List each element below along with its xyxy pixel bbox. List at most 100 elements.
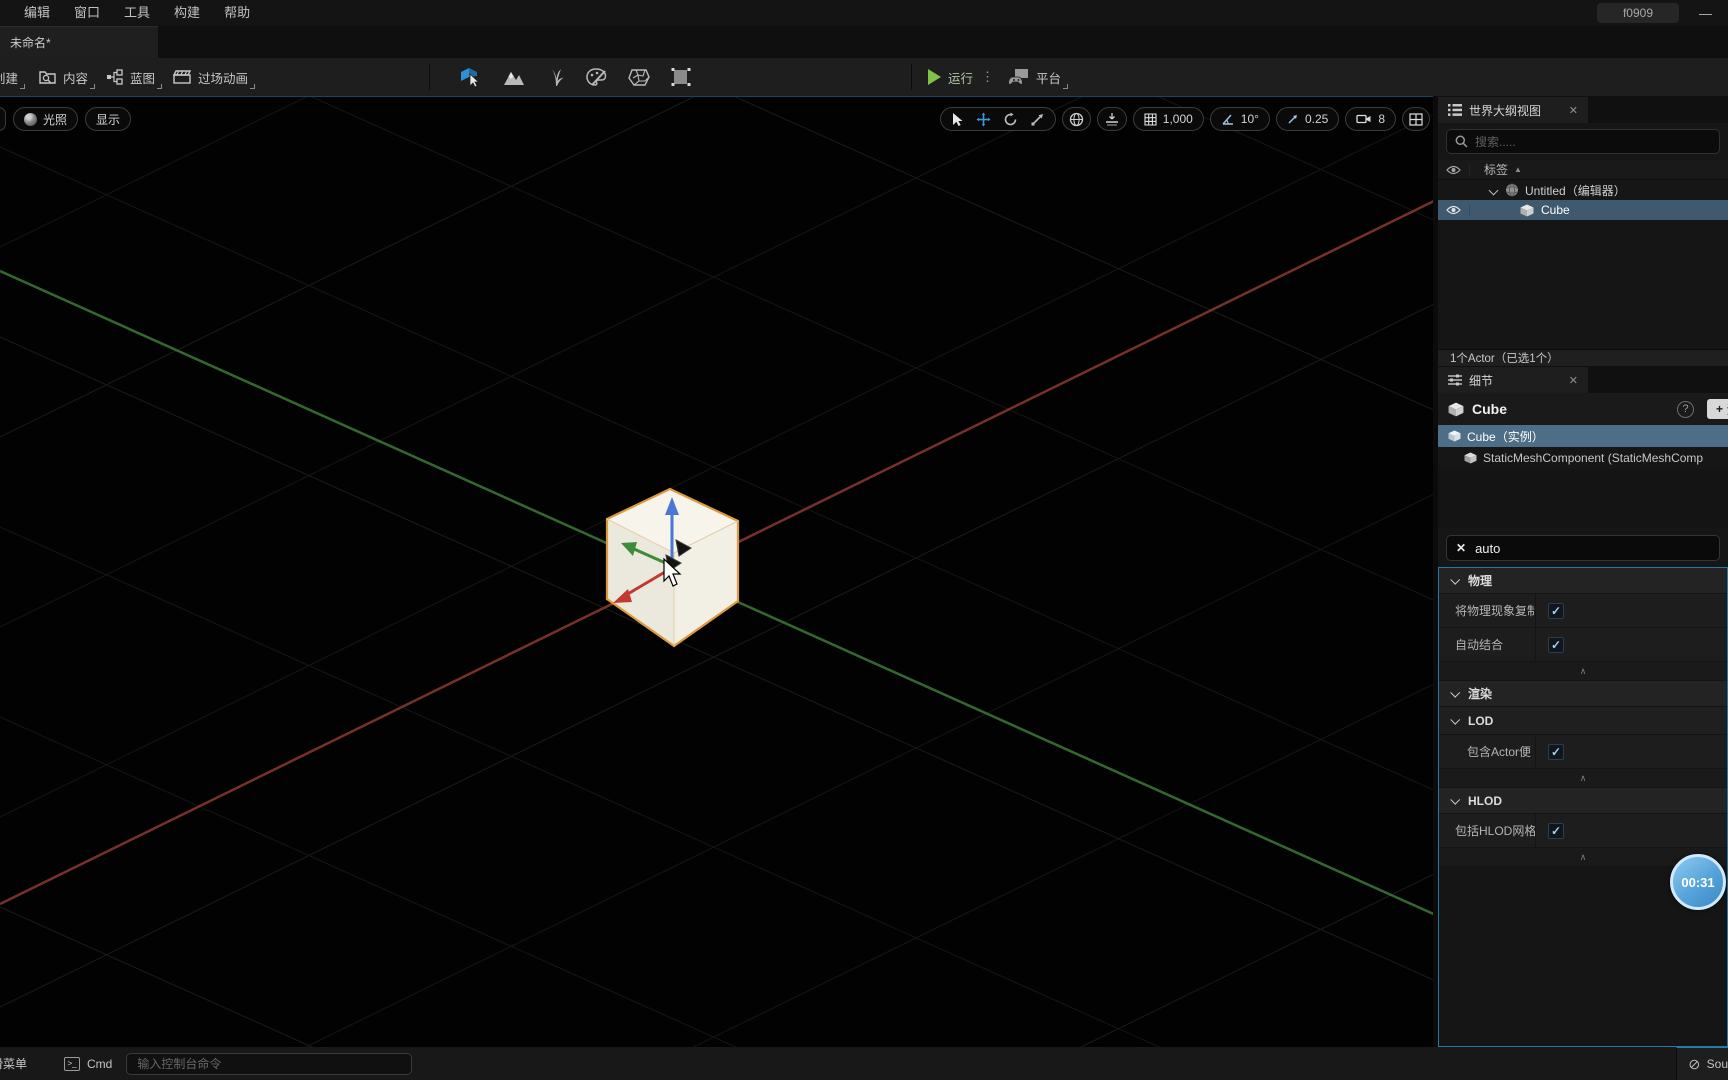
grid-snap-pill[interactable]: 1,000 <box>1132 107 1204 131</box>
camera-speed-pill[interactable]: 8 <box>1345 107 1396 131</box>
content-label: 内容 <box>63 71 89 86</box>
help-icon[interactable]: ? <box>1677 400 1694 418</box>
no-source-control-icon <box>1689 1059 1700 1069</box>
clear-search-icon[interactable]: ✕ <box>1456 541 1466 555</box>
level-viewport[interactable]: 光照 显示 1,000 10° 0.25 8 <box>0 96 1438 1047</box>
cube-instance-icon <box>1448 430 1461 442</box>
main-toolbar: 创建 内容 蓝图 过场动画 <box>0 58 1728 96</box>
content-drawer-toggle[interactable]: 滑菜单 <box>0 1055 42 1072</box>
fracture-mode-icon[interactable] <box>628 67 650 87</box>
angle-snap-pill[interactable]: 10° <box>1209 107 1270 131</box>
viewport-options-pill[interactable] <box>0 107 6 131</box>
scale-tool-icon[interactable] <box>1030 112 1045 127</box>
menu-edit[interactable]: 编辑 <box>12 0 62 26</box>
details-gap <box>1438 469 1728 527</box>
landscape-mode-icon[interactable] <box>502 67 526 87</box>
details-search-input[interactable]: ✕ auto <box>1446 535 1720 561</box>
lod-collapse-strip[interactable]: ∧ <box>1439 769 1727 788</box>
outliner-row-world[interactable]: Untitled（编辑器） <box>1438 180 1728 200</box>
clapperboard-icon <box>173 69 192 85</box>
replicate-physics-checkbox[interactable]: ✓ <box>1548 602 1564 619</box>
blueprint-icon <box>106 69 124 85</box>
tab-world-outliner[interactable]: 世界大纲视图 ✕ <box>1438 97 1588 123</box>
minimize-button[interactable]: — <box>1693 6 1718 21</box>
surface-snap-toggle[interactable] <box>1096 107 1127 131</box>
select-mode-icon[interactable] <box>458 66 482 88</box>
source-control-button[interactable]: Sou <box>1676 1047 1728 1080</box>
outliner-close-icon[interactable]: ✕ <box>1569 104 1578 117</box>
world-icon <box>1506 183 1518 197</box>
foliage-mode-icon[interactable] <box>546 67 566 87</box>
outliner-empty-area[interactable] <box>1438 220 1728 349</box>
move-tool-icon[interactable] <box>976 112 991 127</box>
create-label: 创建 <box>0 71 19 86</box>
include-hlod-label: 包括HLOD网格 <box>1455 824 1535 838</box>
add-component-button[interactable]: + 添加 <box>1706 399 1728 419</box>
platforms-button[interactable]: 平台 <box>1036 58 1070 96</box>
scale-snap-value: 0.25 <box>1304 112 1329 126</box>
content-drawer-button[interactable]: 内容 <box>30 58 97 96</box>
show-button[interactable]: 显示 <box>85 107 132 131</box>
play-cluster: 运行 ⋮ 平台 <box>905 58 1070 96</box>
mesh-paint-mode-icon[interactable] <box>586 67 608 87</box>
create-button[interactable]: 创建 <box>0 58 27 96</box>
rotate-tool-icon[interactable] <box>1003 112 1018 127</box>
expand-chevron-icon[interactable] <box>1488 185 1499 195</box>
outliner-column-header[interactable]: 标签 ▲ <box>1438 160 1728 180</box>
play-icon[interactable] <box>928 69 941 85</box>
details-properties-container: 物理 将物理现象复制 ✓ 自动结合 ✓ ∧ 渲染 LOD 包含Actor便 ✓ <box>1438 567 1728 1047</box>
platforms-icon <box>1008 68 1030 86</box>
cinematics-button[interactable]: 过场动画 <box>164 58 257 96</box>
scale-snap-pill[interactable]: 0.25 <box>1275 107 1340 131</box>
outliner-status-text: 1个Actor（已选1个） <box>1450 353 1559 365</box>
tab-untitled-level[interactable]: 未命名* <box>0 26 158 58</box>
collapse-arrow-icon: ∧ <box>1579 851 1587 862</box>
console-mode-button[interactable]: >_ Cmd <box>64 1056 112 1071</box>
menu-build[interactable]: 构建 <box>162 0 212 26</box>
lit-mode-button[interactable]: 光照 <box>13 107 79 131</box>
section-physics[interactable]: 物理 <box>1439 568 1727 594</box>
console-placeholder: 输入控制台命令 <box>137 1057 222 1071</box>
menu-window[interactable]: 窗口 <box>62 0 112 26</box>
include-hlod-checkbox[interactable]: ✓ <box>1548 822 1564 839</box>
select-tool-icon[interactable] <box>951 112 964 127</box>
outliner-tab-label: 世界大纲视图 <box>1469 103 1542 118</box>
terminal-icon: >_ <box>64 1056 80 1071</box>
outliner-search-input[interactable]: 搜索..... <box>1446 129 1720 154</box>
auto-weld-checkbox[interactable]: ✓ <box>1548 636 1564 653</box>
details-row-cube-instance[interactable]: Cube（实例） <box>1438 425 1728 447</box>
status-bar: 滑菜单 >_ Cmd 输入控制台命令 Sou <box>0 1047 1728 1080</box>
chevron-down-icon <box>1450 574 1461 585</box>
outliner-row-cube[interactable]: Cube <box>1438 200 1728 220</box>
section-rendering[interactable]: 渲染 <box>1439 681 1727 707</box>
maximize-viewport-button[interactable] <box>1402 107 1430 131</box>
property-row-auto-weld: 自动结合 ✓ <box>1439 628 1727 662</box>
blueprints-button[interactable]: 蓝图 <box>97 58 164 96</box>
platforms-label: 平台 <box>1036 71 1062 86</box>
world-row-label: Untitled（编辑器） <box>1525 183 1626 198</box>
details-tab-label: 细节 <box>1469 373 1494 388</box>
details-row-staticmesh-component[interactable]: StaticMeshComponent (StaticMeshComp <box>1438 447 1728 469</box>
menu-tools[interactable]: 工具 <box>112 0 162 26</box>
section-hlod[interactable]: HLOD <box>1439 788 1727 814</box>
console-input[interactable]: 输入控制台命令 <box>126 1052 413 1075</box>
tab-details[interactable]: 细节 ✕ <box>1438 367 1588 393</box>
include-actor-checkbox[interactable]: ✓ <box>1548 743 1564 760</box>
recording-timer-badge: 00:31 <box>1670 854 1726 910</box>
brush-edit-mode-icon[interactable] <box>670 67 692 87</box>
show-label: 显示 <box>96 112 121 127</box>
grid-snap-icon <box>1144 112 1157 126</box>
world-local-toggle[interactable] <box>1061 107 1091 131</box>
viewport-scene <box>0 97 1438 1047</box>
include-actor-label: 包含Actor便 <box>1467 745 1532 759</box>
play-options-kebab[interactable]: ⋮ <box>981 69 994 85</box>
play-label[interactable]: 运行 <box>948 68 973 87</box>
menu-help[interactable]: 帮助 <box>212 0 262 26</box>
blueprint-label: 蓝图 <box>130 71 156 86</box>
physics-collapse-strip[interactable]: ∧ <box>1439 662 1727 681</box>
section-lod[interactable]: LOD <box>1439 707 1727 735</box>
cube-visibility-eye-icon[interactable] <box>1438 205 1470 215</box>
details-close-icon[interactable]: ✕ <box>1569 374 1578 387</box>
menu-bar: 编辑 窗口 工具 构建 帮助 f0909 — <box>0 0 1728 26</box>
chevron-down-icon <box>1450 687 1461 698</box>
